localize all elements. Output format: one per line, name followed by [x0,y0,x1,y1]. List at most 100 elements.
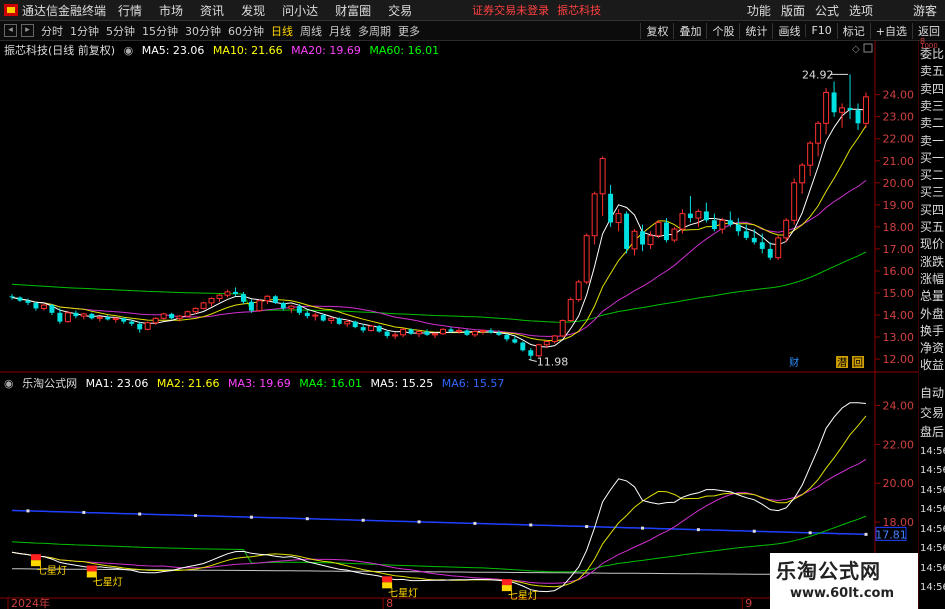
quote-side-panel[interactable]: 8 1000 委比 卖五 卖四 卖三 卖二 卖一 买一 买二 买三 买四 买五 现价 涨跌 涨幅 总量 外盘 换手净… [918,37,945,609]
candle-down [608,193,614,223]
menu-faxian[interactable]: 发现 [241,2,265,19]
btn-f10[interactable]: F10 [805,24,836,37]
side-panel-item[interactable]: 14:56 [920,484,945,498]
y-tick-label: 18.00 [883,221,915,234]
candle-up [432,333,438,336]
side-panel-item[interactable]: 盘后 [920,425,945,439]
candle-down [520,342,526,351]
side-panel-item[interactable]: 交易 [920,406,945,420]
guest-label[interactable]: 游客 [913,2,937,19]
menu-wenxiaoda[interactable]: 问小达 [282,2,318,19]
period-5min[interactable]: 5分钟 [106,23,135,39]
y-tick-label: 22.00 [883,133,915,146]
menu-jiaoyi[interactable]: 交易 [388,2,412,19]
candle-down [703,211,709,221]
side-panel-item[interactable]: 卖一 [920,134,945,148]
side-panel-item[interactable]: 总量 [920,289,945,303]
side-panel-item[interactable]: 涨跌 [920,255,945,269]
side-panel-item[interactable]: 14:56 [920,581,945,595]
period-60min[interactable]: 60分钟 [228,23,264,39]
side-panel-item[interactable]: 14:56 [920,503,945,517]
side-panel-item[interactable]: 买四 [920,203,945,217]
menu-zixun[interactable]: 资讯 [200,2,224,19]
period-fenshi[interactable]: 分时 [41,23,63,39]
side-panel-item[interactable]: 14:56 [920,464,945,478]
candle-up [176,315,183,319]
btn-tongji[interactable]: 统计 [739,22,772,39]
side-panel-item[interactable]: 14:56 [920,562,945,576]
menu-shichang[interactable]: 市场 [159,2,183,19]
side-panel-item[interactable]: 买二 [920,168,945,182]
candle-up [112,317,119,320]
side-panel-item[interactable]: 收益 [920,358,945,372]
side-panel-item[interactable]: 卖五 [920,64,945,78]
period-1min[interactable]: 1分钟 [70,23,99,39]
menu-gongneng[interactable]: 功能 [747,2,771,19]
candles[interactable] [9,74,869,360]
side-panel-item[interactable]: 涨幅 [920,272,945,286]
side-panel-item[interactable]: 外盘 [920,307,945,321]
watermark-url: www.60lt.com [790,586,895,601]
candle-down [496,332,502,335]
side-panel-item[interactable]: 买五 [920,220,945,234]
candle-up [599,158,606,195]
period-more[interactable]: 更多 [398,23,420,39]
y-tick-label: 23.00 [883,111,915,124]
side-panel-item[interactable]: 买一 [920,151,945,165]
stock-link[interactable]: 振芯科技 [557,2,601,18]
side-panel-item[interactable]: 现价 [920,237,945,251]
sub-ma6-dot [752,529,756,533]
candle-down [464,330,470,335]
side-panel-item[interactable]: 卖三 [920,99,945,113]
period-weekly[interactable]: 周线 [300,23,322,39]
side-panel-item[interactable]: 14:56 [920,523,945,537]
period-daily[interactable]: 日线 [271,23,293,39]
ma60-line [11,251,867,323]
ma20-line [11,180,867,337]
candle-down [272,296,278,303]
period-monthly[interactable]: 月线 [329,23,351,39]
btn-huaxian[interactable]: 画线 [772,22,805,39]
period-15min[interactable]: 15分钟 [142,23,178,39]
side-panel-item[interactable]: 14:56 [920,542,945,556]
btn-fuquan[interactable]: 复权 [640,22,673,39]
candle-down [304,312,310,317]
side-panel-item[interactable]: 自动 [920,386,945,400]
side-panel-item[interactable]: 14:56 [920,445,945,459]
candle-down [831,92,837,113]
menu-gongshi[interactable]: 公式 [815,2,839,19]
side-panel-item[interactable]: 买三 [920,185,945,199]
side-panel-item[interactable]: 卖四 [920,82,945,96]
side-panel-item[interactable]: 换手 [920,324,945,338]
menu-caifuquan[interactable]: 财富圈 [335,2,371,19]
candle-down [751,237,757,243]
btn-zixuan[interactable]: +自选 [869,22,912,39]
btn-biaoji[interactable]: 标记 [836,22,870,39]
candle-up [471,331,478,336]
period-30min[interactable]: 30分钟 [185,23,221,39]
low-pointer [528,359,537,363]
sub-y-tick-label: 20.00 [883,477,915,490]
menu-banmian[interactable]: 版面 [781,2,805,19]
login-status[interactable]: 证券交易未登录 [472,2,549,18]
kline-chart[interactable]: 24.00 23.00 22.00 21.00 20.00 19.00 18.00 17.00… [0,41,918,609]
y-tick-label: 21.00 [883,155,915,168]
period-multi[interactable]: 多周期 [358,23,391,39]
candle-up [823,91,830,124]
candle-down [89,313,95,319]
candle-down [137,323,143,330]
candle-down [759,242,765,249]
side-panel-item[interactable]: 净资 [920,341,945,355]
menu-xuanxiang[interactable]: 选项 [849,2,873,19]
candle-down [711,220,717,230]
sub-ma6-dot [361,518,365,522]
side-panel-item[interactable]: 委比 [920,47,945,61]
btn-gegu[interactable]: 个股 [706,22,739,39]
side-panel-item[interactable]: 卖二 [920,116,945,130]
candle-up [312,314,319,317]
candle-down [280,302,286,309]
toggle-right-icon[interactable]: ▸ [21,24,34,37]
btn-diejia[interactable]: 叠加 [673,22,706,39]
menu-hangqing[interactable]: 行情 [118,2,142,19]
toggle-left-icon[interactable]: ◂ [4,24,17,37]
